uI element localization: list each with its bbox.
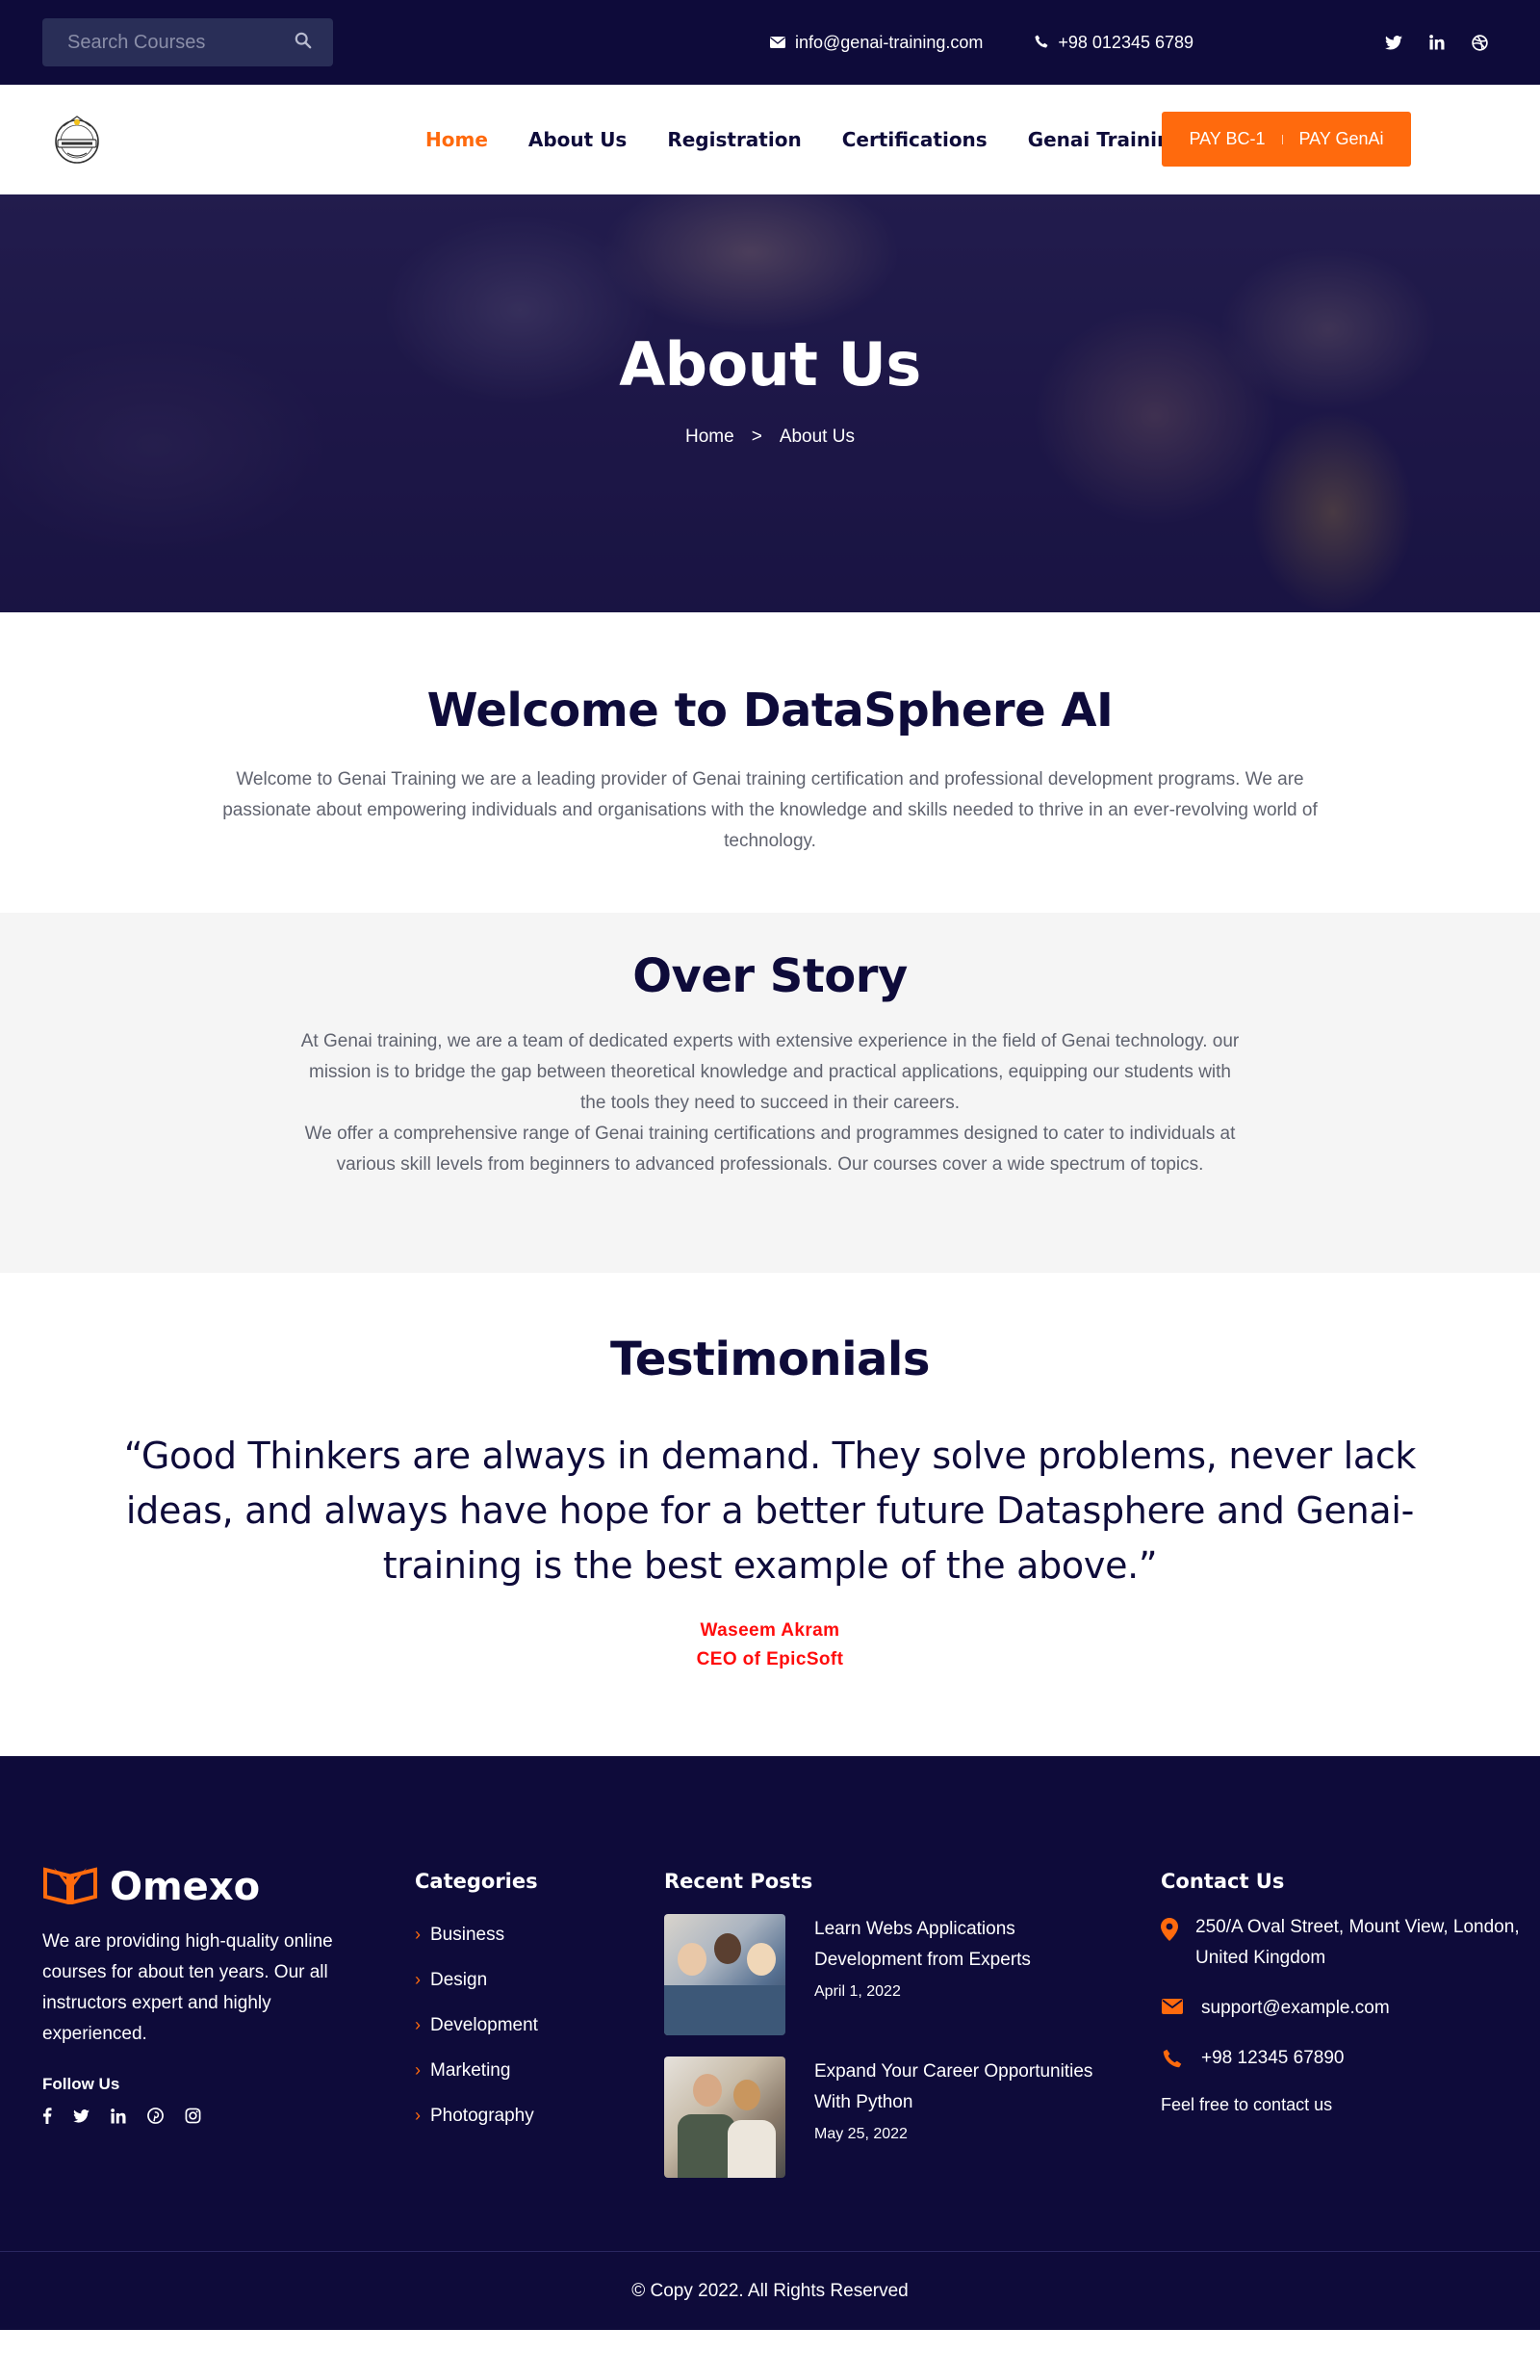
recent-post[interactable]: Learn Webs Applications Development from… <box>664 1914 1107 2035</box>
site-footer: Omexo We are providing high-quality onli… <box>0 1756 1540 2330</box>
hero-banner: About Us Home > About Us <box>0 194 1540 612</box>
chevron-right-icon: › <box>415 2060 421 2080</box>
chevron-right-icon: › <box>415 1970 421 1989</box>
nav-home[interactable]: Home <box>425 128 488 151</box>
pay-genai-button[interactable]: PAY GenAi <box>1298 129 1383 149</box>
envelope-icon <box>1161 1993 1184 2014</box>
follow-us-title: Follow Us <box>42 2075 120 2093</box>
footer-brand-name: Omexo <box>110 1864 261 1909</box>
linkedin-icon[interactable] <box>1429 35 1445 50</box>
categories-title: Categories <box>415 1870 538 1893</box>
welcome-text: Welcome to Genai Training we are a leadi… <box>222 769 1318 851</box>
breadcrumb-separator: > <box>751 427 762 447</box>
category-item[interactable]: › Photography <box>415 2093 538 2138</box>
top-phone[interactable]: +98 012345 6789 <box>1035 33 1194 53</box>
breadcrumb: Home > About Us <box>685 427 855 448</box>
contact-address: 250/A Oval Street, Mount View, London, U… <box>1161 1912 1527 1974</box>
contact-phone-text[interactable]: +98 12345 67890 <box>1201 2043 1344 2074</box>
dribbble-icon[interactable] <box>1472 34 1488 51</box>
welcome-section: Welcome to DataSphere AI Welcome to Gena… <box>0 612 1540 913</box>
post-thumbnail[interactable] <box>664 1914 785 2035</box>
story-text-1: At Genai training, we are a team of dedi… <box>300 1031 1240 1113</box>
pay-button-group: PAY BC-1 PAY GenAi <box>1162 112 1411 167</box>
search-icon[interactable] <box>295 32 312 54</box>
recent-post[interactable]: Expand Your Career Opportunities With Py… <box>664 2057 1107 2178</box>
post-date: April 1, 2022 <box>814 1983 901 2000</box>
top-email-text[interactable]: info@genai-training.com <box>795 33 983 53</box>
location-pin-icon <box>1161 1912 1178 1941</box>
linkedin-icon[interactable] <box>111 2108 126 2124</box>
top-phone-text[interactable]: +98 012345 6789 <box>1058 33 1194 53</box>
chevron-right-icon: › <box>415 2015 421 2034</box>
envelope-icon <box>770 33 785 53</box>
top-email[interactable]: info@genai-training.com <box>770 33 983 53</box>
testimonials-title: Testimonials <box>610 1332 930 1386</box>
footer-logo[interactable]: Omexo <box>42 1864 350 1909</box>
search-input[interactable] <box>67 31 279 54</box>
footer-recent-posts: Recent Posts Learn Webs Applications Dev… <box>664 1870 1107 2178</box>
category-item[interactable]: › Marketing <box>415 2048 538 2093</box>
category-label[interactable]: Design <box>430 1970 487 1991</box>
category-item[interactable]: › Design <box>415 1957 538 2003</box>
story-section: Over Story At Genai training, we are a t… <box>0 913 1540 1273</box>
footer-contact: Contact Us 250/A Oval Street, Mount View… <box>1161 1870 1527 2115</box>
category-label[interactable]: Photography <box>430 2106 534 2127</box>
category-label[interactable]: Business <box>430 1925 504 1946</box>
category-label[interactable]: Development <box>430 2015 538 2036</box>
facebook-icon[interactable] <box>42 2108 52 2124</box>
story-text-2: We offer a comprehensive range of Genai … <box>304 1124 1236 1175</box>
chevron-right-icon: › <box>415 1925 421 1944</box>
pay-separator <box>1282 134 1284 144</box>
category-item[interactable]: › Development <box>415 2003 538 2048</box>
copyright-text: © Copy 2022. All Rights Reserved <box>631 2280 909 2301</box>
main-navbar: Home About Us Registration Certification… <box>0 85 1540 194</box>
category-item[interactable]: › Business <box>415 1912 538 1957</box>
pinterest-icon[interactable] <box>147 2108 164 2124</box>
recent-posts-title: Recent Posts <box>664 1870 813 1893</box>
twitter-icon[interactable] <box>73 2108 90 2123</box>
contact-title: Contact Us <box>1161 1870 1285 1893</box>
page-title: About Us <box>619 329 921 400</box>
contact-email-text[interactable]: support@example.com <box>1201 1993 1390 2024</box>
post-thumbnail[interactable] <box>664 2057 785 2178</box>
post-date: May 25, 2022 <box>814 2126 908 2142</box>
testimonial-author: Waseem Akram <box>700 1620 840 1641</box>
testimonial-quote: “Good Thinkers are always in demand. The… <box>123 1435 1417 1587</box>
follow-icons <box>42 2108 350 2124</box>
copyright-bar: © Copy 2022. All Rights Reserved <box>0 2251 1540 2330</box>
welcome-title: Welcome to DataSphere AI <box>426 684 1114 737</box>
nav-about-us[interactable]: About Us <box>528 128 627 151</box>
breadcrumb-home[interactable]: Home <box>685 427 734 448</box>
footer-categories: Categories › Business › Design › Developmen… <box>415 1870 538 2138</box>
story-text: At Genai training, we are a team of dedi… <box>298 1026 1242 1180</box>
book-logo-icon <box>42 1864 98 1909</box>
site-logo[interactable] <box>42 103 112 177</box>
twitter-icon[interactable] <box>1385 35 1402 50</box>
phone-icon <box>1161 2043 1184 2068</box>
instagram-icon[interactable] <box>185 2108 201 2124</box>
phone-icon <box>1035 33 1048 53</box>
post-title[interactable]: Expand Your Career Opportunities With Py… <box>814 2057 1107 2118</box>
testimonials-section: Testimonials “Good Thinkers are always i… <box>0 1273 1540 1756</box>
top-bar: info@genai-training.com +98 012345 6789 <box>0 0 1540 85</box>
chevron-right-icon: › <box>415 2106 421 2125</box>
story-title: Over Story <box>632 949 908 1003</box>
pay-bc1-button[interactable]: PAY BC-1 <box>1189 129 1265 149</box>
breadcrumb-current: About Us <box>779 427 855 447</box>
post-title[interactable]: Learn Webs Applications Development from… <box>814 1914 1107 1976</box>
contact-email[interactable]: support@example.com <box>1161 1993 1527 2024</box>
testimonial-role: CEO of EpicSoft <box>696 1649 844 1669</box>
nav-certifications[interactable]: Certifications <box>842 128 988 151</box>
contact-note: Feel free to contact us <box>1161 2095 1333 2114</box>
contact-address-text: 250/A Oval Street, Mount View, London, U… <box>1195 1917 1520 1968</box>
contact-phone[interactable]: +98 12345 67890 <box>1161 2043 1527 2074</box>
nav-registration[interactable]: Registration <box>667 128 801 151</box>
category-label[interactable]: Marketing <box>430 2060 510 2082</box>
search-box <box>42 18 333 66</box>
footer-brand: Omexo We are providing high-quality onli… <box>42 1864 350 2124</box>
footer-description: We are providing high-quality online cou… <box>42 1931 333 2044</box>
nav-menu: Home About Us Registration Certification… <box>425 85 1195 194</box>
